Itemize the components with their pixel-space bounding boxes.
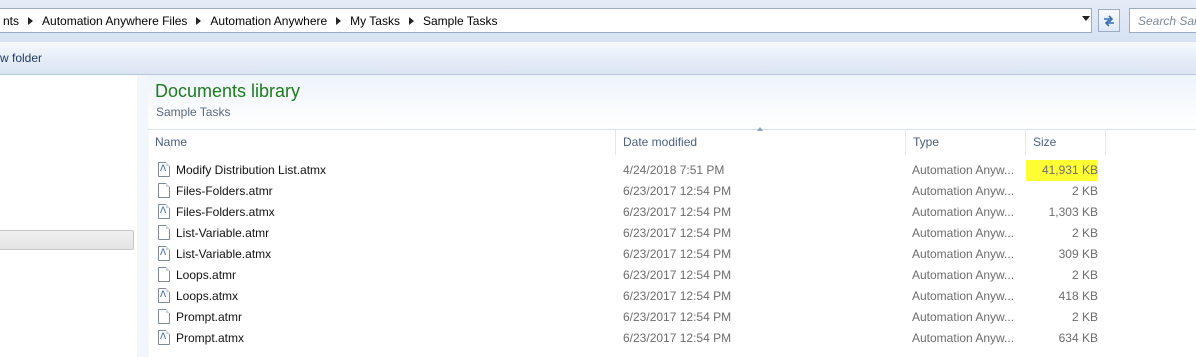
column-header-date[interactable]: Date modified <box>616 130 906 155</box>
search-input[interactable]: Search Sam <box>1129 8 1196 33</box>
automation-file-icon: Λ <box>158 288 170 303</box>
address-area: nts Automation Anywhere Files Automation… <box>0 0 1196 42</box>
file-name: Files-Folders.atmr <box>176 184 273 198</box>
document-icon <box>158 183 170 198</box>
file-type: Automation Anyw... <box>912 226 1015 240</box>
file-row[interactable]: Λ Files-Folders.atmx 6/23/2017 12:54 PM Aut… <box>148 202 1196 223</box>
file-date-modified: 6/23/2017 12:54 PM <box>623 247 732 261</box>
file-date-modified: 6/23/2017 12:54 PM <box>623 226 732 240</box>
file-size: 2 KB <box>1071 268 1098 282</box>
column-header-name[interactable]: Name <box>148 130 616 155</box>
file-row[interactable]: Prompt.atmr 6/23/2017 12:54 PM Automation … <box>148 307 1196 328</box>
chevron-down-icon[interactable] <box>1082 16 1090 21</box>
automation-file-icon: Λ <box>158 162 170 177</box>
breadcrumb-item[interactable]: My Tasks <box>350 14 400 28</box>
column-header-type[interactable]: Type <box>906 130 1026 155</box>
nav-selected-item[interactable] <box>0 230 134 250</box>
refresh-button[interactable] <box>1098 9 1120 32</box>
column-headers: Name Date modified Type Size <box>148 129 1196 155</box>
toolbar: w folder <box>0 42 1196 75</box>
file-size: 2 KB <box>1071 226 1098 240</box>
file-date-modified: 6/23/2017 12:54 PM <box>623 268 732 282</box>
automation-file-icon: Λ <box>158 204 170 219</box>
chevron-right-icon[interactable] <box>408 17 414 25</box>
file-name: Prompt.atmr <box>176 310 243 324</box>
navigation-pane[interactable] <box>0 75 138 357</box>
search-placeholder: Search Sam <box>1138 14 1196 28</box>
file-date-modified: 6/23/2017 12:54 PM <box>623 331 732 345</box>
file-name: List-Variable.atmr <box>176 226 270 240</box>
file-row[interactable]: Files-Folders.atmr 6/23/2017 12:54 PM Auto… <box>148 181 1196 202</box>
file-size: 1,303 KB <box>1048 205 1098 219</box>
library-subtitle: Sample Tasks <box>156 105 231 119</box>
file-name: Loops.atmr <box>176 268 237 282</box>
file-row[interactable]: Λ Modify Distribution List.atmx 4/24/2018 … <box>148 160 1196 181</box>
file-name: Prompt.atmx <box>176 331 245 345</box>
file-type: Automation Anyw... <box>912 310 1015 324</box>
file-name: List-Variable.atmx <box>176 247 272 261</box>
file-row[interactable]: Λ List-Variable.atmx 6/23/2017 12:54 PM Aut… <box>148 244 1196 265</box>
file-row[interactable]: Λ Prompt.atmx 6/23/2017 12:54 PM Automation… <box>148 328 1196 349</box>
file-name: Modify Distribution List.atmx <box>176 163 327 177</box>
file-type: Automation Anyw... <box>912 184 1015 198</box>
breadcrumb-item[interactable]: Automation Anywhere <box>210 14 327 28</box>
file-type: Automation Anyw... <box>912 247 1015 261</box>
file-size: 418 KB <box>1058 289 1098 303</box>
refresh-icon <box>1104 14 1114 27</box>
column-header-size[interactable]: Size <box>1026 130 1106 155</box>
file-name: Files-Folders.atmx <box>176 205 275 219</box>
chevron-right-icon[interactable] <box>196 17 202 25</box>
breadcrumb: nts Automation Anywhere Files Automation… <box>3 14 497 28</box>
file-date-modified: 4/24/2018 7:51 PM <box>623 163 725 177</box>
file-date-modified: 6/23/2017 12:54 PM <box>623 184 732 198</box>
chevron-right-icon[interactable] <box>28 17 34 25</box>
library-title: Documents library <box>155 81 301 101</box>
automation-file-icon: Λ <box>158 330 170 345</box>
file-size: 41,931 KB <box>1026 160 1098 181</box>
library-header <box>148 75 1196 127</box>
new-folder-button[interactable]: w folder <box>0 51 42 65</box>
file-date-modified: 6/23/2017 12:54 PM <box>623 289 732 303</box>
file-type: Automation Anyw... <box>912 289 1015 303</box>
breadcrumb-item[interactable]: Automation Anywhere Files <box>42 14 187 28</box>
file-row[interactable]: Λ Loops.atmx 6/23/2017 12:54 PM Automation … <box>148 286 1196 307</box>
file-type: Automation Anyw... <box>912 205 1015 219</box>
file-size: 309 KB <box>1058 247 1098 261</box>
automation-file-icon: Λ <box>158 246 170 261</box>
address-bar[interactable]: nts Automation Anywhere Files Automation… <box>0 8 1092 33</box>
breadcrumb-item[interactable]: nts <box>3 14 19 28</box>
file-date-modified: 6/23/2017 12:54 PM <box>623 310 732 324</box>
breadcrumb-item[interactable]: Sample Tasks <box>423 14 497 28</box>
file-date-modified: 6/23/2017 12:54 PM <box>623 205 732 219</box>
document-icon <box>158 309 170 324</box>
file-type: Automation Anyw... <box>912 331 1015 345</box>
file-row[interactable]: Loops.atmr 6/23/2017 12:54 PM Automation A… <box>148 265 1196 286</box>
document-icon <box>158 225 170 240</box>
file-type: Automation Anyw... <box>912 163 1015 177</box>
file-type: Automation Anyw... <box>912 268 1015 282</box>
chevron-right-icon[interactable] <box>336 17 342 25</box>
file-size: 634 KB <box>1058 331 1098 345</box>
file-size: 2 KB <box>1071 184 1098 198</box>
file-size: 2 KB <box>1071 310 1098 324</box>
sort-ascending-icon <box>757 127 763 131</box>
file-row[interactable]: List-Variable.atmr 6/23/2017 12:54 PM Auto… <box>148 223 1196 244</box>
document-icon <box>158 267 170 282</box>
file-name: Loops.atmx <box>176 289 239 303</box>
file-list: Λ Modify Distribution List.atmx 4/24/2018 … <box>148 160 1196 349</box>
